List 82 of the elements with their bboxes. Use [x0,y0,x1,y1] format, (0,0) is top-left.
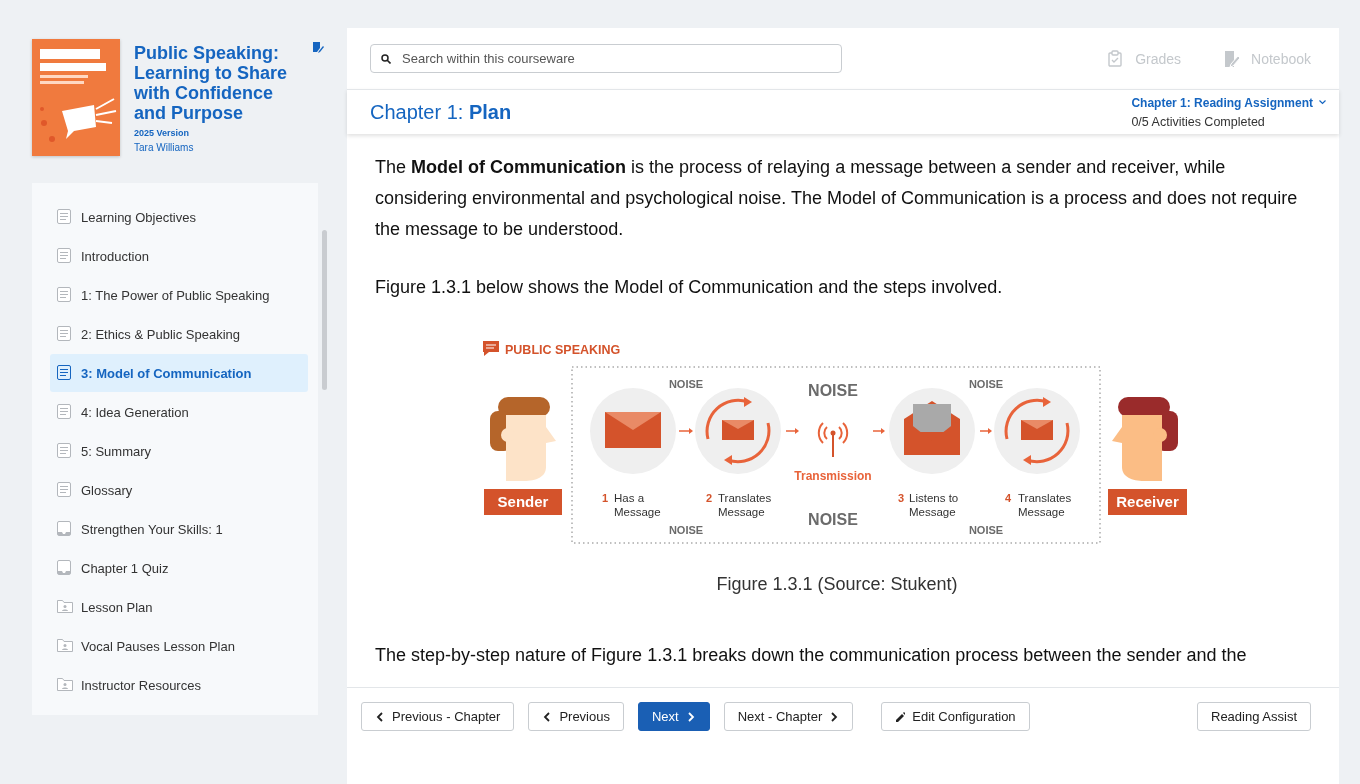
assignment-dropdown[interactable]: Chapter 1: Reading Assignment [1131,95,1326,110]
toc-item[interactable]: 3: Model of Communication [50,354,308,392]
folder-icon [57,638,73,654]
search-field[interactable]: Search within this courseware [370,44,842,73]
figure-caption: Figure 1.3.1 (Source: Stukent) [715,573,959,596]
page-icon [57,482,73,498]
chapter-title: Chapter 1: Plan [370,100,512,124]
next-button[interactable]: Next [637,702,710,731]
reading-assist-button[interactable]: Reading Assist [1197,702,1311,731]
chevron-left-icon [375,710,385,723]
noise-label: NOISE [668,524,704,536]
page-icon [57,287,73,303]
arrow-icon [785,428,799,434]
book-author: Tara Williams [134,142,195,153]
toc-item[interactable]: Learning Objectives [50,198,308,236]
noise-label: NOISE [968,524,1004,536]
book-edition: 2025 Version [134,128,191,138]
previous-button[interactable]: Previous [528,702,624,731]
page-icon [57,326,73,342]
sender-label: Sender [484,489,562,515]
envelope-icon [590,388,676,474]
envelope-cycle-icon [695,388,781,474]
toc-item[interactable]: Chapter 1 Quiz [50,549,308,587]
folder-icon [57,677,73,693]
notebook-icon [1223,49,1241,68]
antenna-icon [817,422,849,458]
toc-item[interactable]: 2: Ethics & Public Speaking [50,315,308,353]
toc-item[interactable]: 4: Idea Generation [50,393,308,431]
toc-item[interactable]: Glossary [50,471,308,509]
toc-item[interactable]: Instructor Resources [50,666,308,704]
paragraph: Figure 1.3.1 below shows the Model of Communication and the steps involved. [375,276,1004,299]
chevron-right-icon [829,710,840,723]
toc-item[interactable]: Vocal Pauses Lesson Plan [50,627,308,665]
chevron-right-icon [685,710,696,723]
scrollbar[interactable] [322,230,327,390]
page-icon [57,443,73,459]
toc-item[interactable]: Introduction [50,237,308,275]
page-icon [57,248,73,264]
noise-label: NOISE [668,378,704,390]
tray-icon [57,560,73,576]
edit-button[interactable]: Edit Configuration [881,702,1030,731]
step-number: 2 [705,492,713,504]
book-title: Public Speaking: Learning to Share with Confidence and Purpose [134,43,289,123]
step-number: 4 [1004,492,1012,504]
arrow-icon [872,428,885,434]
arrow-icon [979,428,992,434]
noise-label: NOISE [808,382,858,399]
transmission-label: Transmission [794,469,872,483]
page-icon [57,365,73,381]
step-label: Listens to Message [909,492,959,518]
paragraph: The step-by-step nature of Figure 1.3.1 breaks down the communication process between the sender and the [375,644,1248,667]
progress-text: 0/5 Activities Completed [1131,114,1265,129]
search-icon [381,54,391,64]
toc-item[interactable]: Lesson Plan [50,588,308,626]
noise-label: NOISE [808,511,858,528]
toc-item[interactable]: 5: Summary [50,432,308,470]
chevron-left-icon [542,710,553,723]
brand-label: PUBLIC SPEAKING [505,343,621,357]
page-icon [57,404,73,420]
edit-icon[interactable] [312,41,324,53]
speech-bubble-icon [483,341,499,356]
previous-button[interactable]: Previous - Chapter [361,702,515,731]
toc-item[interactable]: 1: The Power of Public Speaking [50,276,308,314]
step-label: Has a Message [614,492,661,518]
step-number: 3 [897,492,905,504]
receiver-label: Receiver [1108,489,1187,515]
page-icon [57,209,73,225]
tray-icon [57,521,73,537]
step-number: 1 [601,492,609,504]
paragraph: The Model of Communication is the process of relaying a message between a sender and receiver, while considering environmental and psychological noise. The Model of Communication is a process and does not require the message to be understood. [375,156,1299,241]
chevron-down-icon [1319,100,1326,105]
pencil-icon [895,710,906,723]
folder-icon [57,599,73,615]
toc-item[interactable]: Strengthen Your Skills: 1 [50,510,308,548]
next-button[interactable]: Next - Chapter [723,702,854,731]
envelope-cycle-icon [994,388,1080,474]
open-envelope-icon [889,388,975,474]
clipboard-check-icon [1107,49,1125,68]
step-label: Translates Message [718,492,772,518]
noise-label: NOISE [968,378,1004,390]
step-label: Translates Message [1018,492,1072,518]
arrow-icon [678,428,693,434]
